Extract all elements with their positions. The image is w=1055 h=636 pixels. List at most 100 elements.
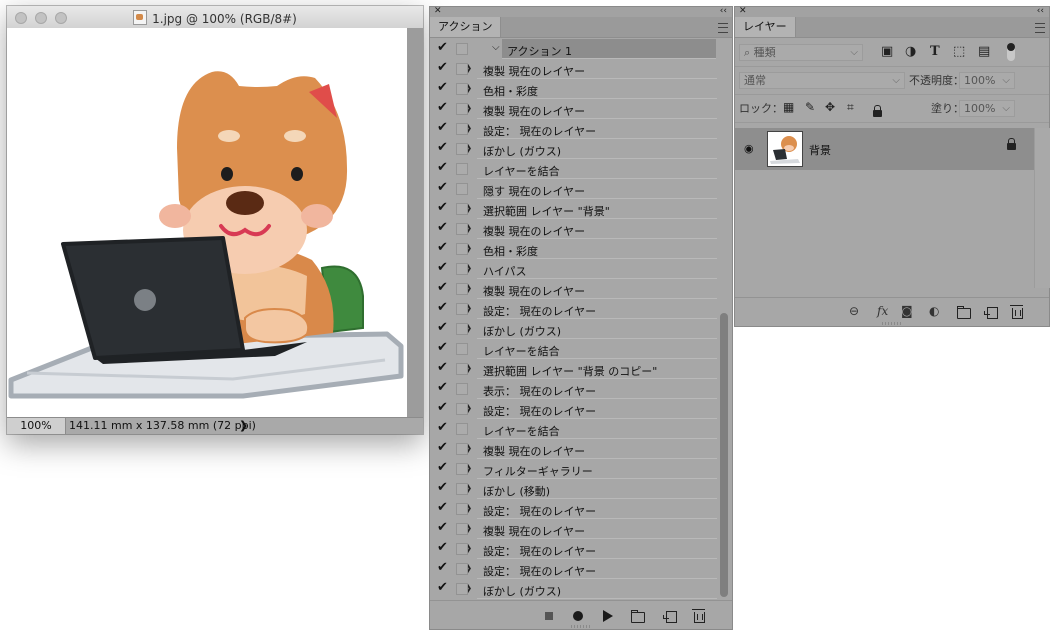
checkmark-icon[interactable]: ✔ — [437, 381, 449, 395]
lock-brush-icon[interactable]: ✎ — [805, 100, 815, 114]
modal-toggle-box[interactable] — [456, 383, 468, 395]
modal-toggle-box[interactable] — [456, 403, 468, 415]
status-menu-arrow[interactable]: ❯ — [239, 418, 248, 434]
checkmark-icon[interactable]: ✔ — [437, 481, 449, 495]
modal-toggle-box[interactable] — [456, 503, 468, 515]
action-row[interactable]: ❯ ✔ ぼかし (ガウス) — [430, 319, 732, 339]
checkmark-icon[interactable]: ✔ — [437, 321, 449, 335]
add-mask-icon[interactable]: ◙ — [901, 305, 913, 318]
action-row[interactable]: ❯ ✔ 色相・彩度 — [430, 239, 732, 259]
document-titlebar[interactable]: 1.jpg @ 100% (RGB/8#) — [7, 6, 423, 29]
type-filter-icon[interactable]: T — [930, 44, 940, 59]
checkmark-icon[interactable]: ✔ — [437, 521, 449, 535]
action-row[interactable]: ❯ ✔ 複製 現在のレイヤー — [430, 439, 732, 459]
modal-toggle-box[interactable] — [456, 243, 468, 255]
modal-toggle-box[interactable] — [456, 263, 468, 275]
checkmark-icon[interactable]: ✔ — [437, 361, 449, 375]
modal-toggle-box[interactable] — [456, 343, 468, 355]
pixel-filter-icon[interactable]: ▣ — [881, 44, 893, 59]
modal-toggle-box[interactable] — [456, 163, 468, 175]
resize-grip[interactable] — [882, 322, 902, 325]
checkmark-icon[interactable]: ✔ — [437, 541, 449, 555]
fill-field[interactable]: 100% ⌵ — [959, 100, 1015, 117]
trash-icon[interactable] — [1010, 305, 1023, 319]
checkmark-icon[interactable]: ✔ — [437, 101, 449, 115]
action-row[interactable]: ❯ ✔ 選択範囲 レイヤー "背景 のコピー" — [430, 359, 732, 379]
resize-grip[interactable] — [571, 625, 591, 628]
new-group-folder-icon[interactable] — [957, 306, 971, 319]
action-row[interactable]: ❯ ✔ 設定： 現在のレイヤー — [430, 299, 732, 319]
checkmark-icon[interactable]: ✔ — [437, 461, 449, 475]
close-icon[interactable]: ✕ — [434, 7, 442, 16]
action-row[interactable]: ❯ ✔ 複製 現在のレイヤー — [430, 219, 732, 239]
action-row[interactable]: ✔ 表示： 現在のレイヤー — [430, 379, 732, 399]
action-row[interactable]: ❯ ✔ 選択範囲 レイヤー "背景" — [430, 199, 732, 219]
modal-toggle-box[interactable] — [456, 83, 468, 95]
modal-toggle-box[interactable] — [456, 443, 468, 455]
modal-toggle-box[interactable] — [456, 483, 468, 495]
modal-toggle-box[interactable] — [456, 463, 468, 475]
checkmark-icon[interactable]: ✔ — [437, 241, 449, 255]
action-row[interactable]: ❯ ✔ 設定： 現在のレイヤー — [430, 119, 732, 139]
trash-icon[interactable] — [692, 609, 705, 623]
panel-menu-icon[interactable] — [718, 23, 728, 33]
eye-icon[interactable]: ◉ — [744, 142, 754, 155]
layers-scrollbar[interactable] — [1034, 128, 1050, 288]
action-row[interactable]: ✔ レイヤーを結合 — [430, 419, 732, 439]
image-canvas[interactable] — [7, 28, 407, 418]
checkmark-icon[interactable]: ✔ — [437, 161, 449, 175]
checkmark-icon[interactable]: ✔ — [437, 221, 449, 235]
action-row[interactable]: ✔ レイヤーを結合 — [430, 339, 732, 359]
chevron-down-icon[interactable]: ⌵ — [492, 42, 500, 53]
new-action-icon[interactable] — [663, 611, 677, 623]
canvas-scroll-gutter[interactable] — [407, 28, 423, 418]
checkmark-icon[interactable]: ✔ — [437, 41, 449, 55]
modal-toggle-box[interactable] — [456, 323, 468, 335]
modal-toggle-box[interactable] — [456, 363, 468, 375]
tab-actions[interactable]: アクション — [430, 17, 502, 37]
close-icon[interactable]: ✕ — [739, 7, 747, 16]
lock-transparent-icon[interactable]: ▦ — [783, 100, 794, 114]
blend-mode-select[interactable]: 通常 ⌵ — [739, 72, 905, 89]
checkmark-icon[interactable]: ✔ — [437, 401, 449, 415]
action-row[interactable]: ✔ レイヤーを結合 — [430, 159, 732, 179]
checkmark-icon[interactable]: ✔ — [437, 561, 449, 575]
action-row[interactable]: ❯ ✔ 複製 現在のレイヤー — [430, 279, 732, 299]
action-row[interactable]: ✔ 隠す 現在のレイヤー — [430, 179, 732, 199]
lock-icon[interactable] — [1007, 138, 1016, 153]
checkmark-icon[interactable]: ✔ — [437, 341, 449, 355]
layer-row-background[interactable]: ◉ 背景 — [735, 128, 1034, 170]
modal-toggle-box[interactable] — [456, 303, 468, 315]
adjustment-filter-icon[interactable]: ◑ — [905, 44, 916, 59]
zoom-level-field[interactable]: 100% — [7, 418, 66, 434]
action-row[interactable]: ❯ ✔ ぼかし (移動) — [430, 479, 732, 499]
checkmark-icon[interactable]: ✔ — [437, 301, 449, 315]
checkmark-icon[interactable]: ✔ — [437, 581, 449, 595]
lock-position-icon[interactable]: ✥ — [825, 100, 835, 114]
modal-toggle-box[interactable] — [456, 43, 468, 55]
smart-object-filter-icon[interactable]: ▤ — [978, 44, 990, 59]
checkmark-icon[interactable]: ✔ — [437, 121, 449, 135]
new-set-folder-icon[interactable] — [631, 610, 645, 623]
action-row[interactable]: ❯ ✔ ぼかし (ガウス) — [430, 579, 732, 599]
filter-toggle[interactable] — [1007, 43, 1015, 61]
action-row[interactable]: ❯ ✔ 設定： 現在のレイヤー — [430, 539, 732, 559]
action-row[interactable]: ❯ ✔ 色相・彩度 — [430, 79, 732, 99]
action-row[interactable]: ❯ ✔ 複製 現在のレイヤー — [430, 519, 732, 539]
actions-scroll-thumb[interactable] — [720, 313, 728, 597]
modal-toggle-box[interactable] — [456, 63, 468, 75]
action-row[interactable]: ❯ ✔ 設定： 現在のレイヤー — [430, 559, 732, 579]
checkmark-icon[interactable]: ✔ — [437, 81, 449, 95]
modal-toggle-box[interactable] — [456, 123, 468, 135]
lock-all-icon[interactable] — [873, 105, 882, 120]
checkmark-icon[interactable]: ✔ — [437, 281, 449, 295]
play-icon[interactable] — [603, 610, 613, 622]
link-layers-icon[interactable]: ⊖ — [849, 305, 859, 318]
action-set-row[interactable]: ✔ ⌵ アクション 1 — [430, 39, 732, 59]
modal-toggle-box[interactable] — [456, 583, 468, 595]
modal-toggle-box[interactable] — [456, 423, 468, 435]
checkmark-icon[interactable]: ✔ — [437, 261, 449, 275]
tab-layers[interactable]: レイヤー — [735, 17, 796, 37]
checkmark-icon[interactable]: ✔ — [437, 441, 449, 455]
shape-filter-icon[interactable]: ⬚ — [953, 44, 965, 59]
